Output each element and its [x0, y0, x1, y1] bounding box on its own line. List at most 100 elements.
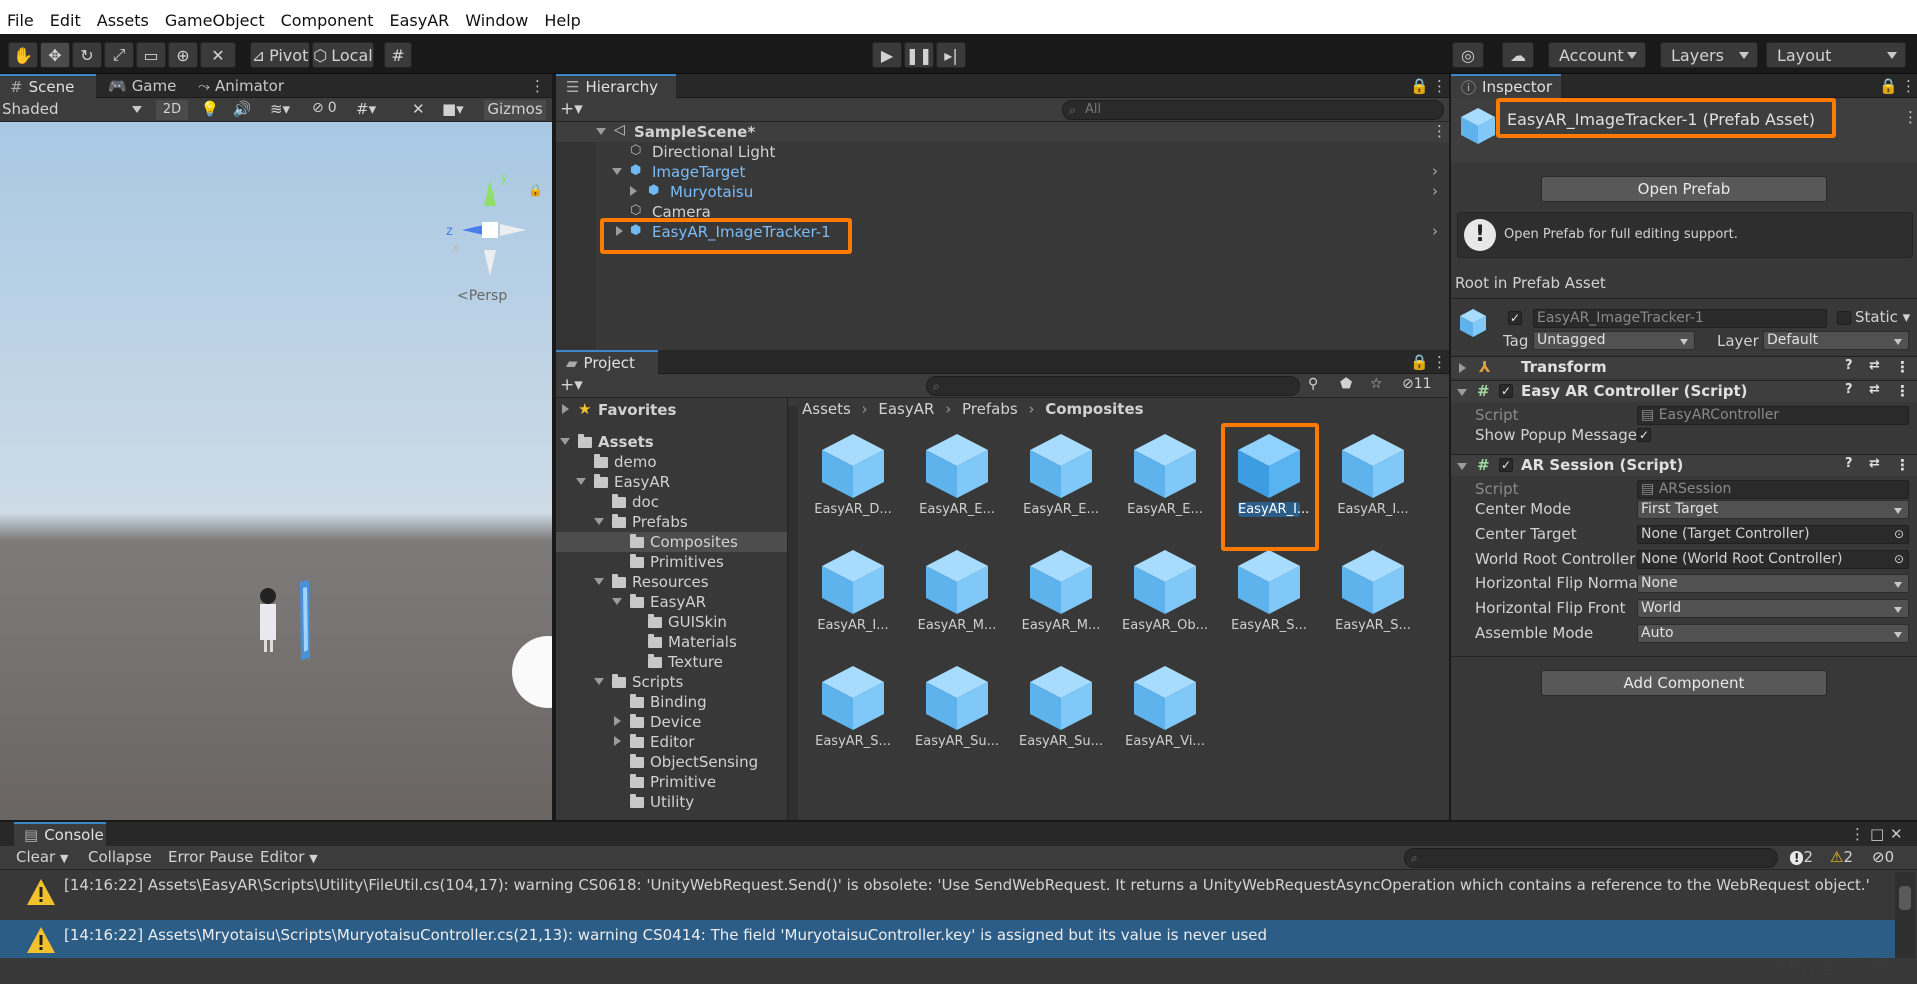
assemble-mode-dropdown[interactable]: Auto [1637, 624, 1909, 643]
persp-label[interactable]: <Persp [457, 288, 507, 304]
favorite-star-icon[interactable]: ☆ [1370, 376, 1383, 392]
log-count-toggle[interactable]: ! 2 [1790, 847, 1813, 867]
menu-window[interactable]: Window [458, 11, 537, 30]
menu-easyar[interactable]: EasyAR [382, 11, 458, 30]
transform-component-header[interactable]: ⅄ Transform ? ⇄ ⋮ [1451, 356, 1917, 378]
account-dropdown[interactable]: Account [1548, 42, 1646, 68]
cloud-icon[interactable]: ☁ [1502, 42, 1534, 68]
hierarchy-item-directional-light[interactable]: ⬡ Directional Light [556, 142, 1449, 162]
center-target-field[interactable]: None (Target Controller) ⊙ [1637, 525, 1909, 544]
active-checkbox[interactable]: ✓ [1508, 311, 1522, 325]
breadcrumb-assets[interactable]: Assets [802, 400, 851, 418]
help-icon[interactable]: ? [1845, 358, 1853, 373]
project-search-input[interactable]: ⌕ [926, 376, 1300, 396]
folder-resources-easyar[interactable]: EasyAR [556, 592, 787, 612]
breadcrumb-easyar[interactable]: EasyAR [878, 400, 934, 418]
layers-dropdown[interactable]: Layers [1660, 42, 1758, 68]
help-icon[interactable]: ? [1845, 456, 1853, 471]
folder-prefabs[interactable]: Prefabs [556, 512, 787, 532]
tab-game[interactable]: 🎮 Game [100, 74, 184, 98]
chevron-right-icon[interactable]: › [1432, 222, 1438, 240]
filter-type-icon[interactable]: ⚲ [1308, 376, 1318, 392]
asset-tile[interactable]: EasyAR_E... [912, 430, 1002, 525]
asset-tile[interactable]: EasyAR_Su... [912, 662, 1002, 757]
header-menu-icon[interactable]: ⋮ [1903, 108, 1917, 126]
component-enabled-checkbox[interactable]: ✓ [1499, 384, 1513, 398]
local-toggle[interactable]: ⬡ Local [312, 42, 374, 68]
image-target-plane[interactable] [300, 580, 310, 660]
chevron-right-icon[interactable]: › [1432, 162, 1438, 180]
scrollbar-thumb[interactable] [1899, 886, 1911, 910]
create-asset-button[interactable]: +▾ [560, 375, 583, 395]
asset-tile[interactable]: EasyAR_M... [1016, 546, 1106, 641]
easyar-controller-header[interactable]: # ✓ Easy AR Controller (Script) ? ⇄ ⋮ [1451, 380, 1917, 402]
console-scrollbar[interactable] [1895, 872, 1915, 958]
panel-menu-icon[interactable]: ⋮ [522, 74, 553, 98]
breadcrumb-prefabs[interactable]: Prefabs [962, 400, 1018, 418]
folder-primitive[interactable]: Primitive [556, 772, 787, 792]
rect-tool-icon[interactable]: ▭ [136, 42, 166, 68]
hierarchy-item-scene[interactable]: ◁ SampleScene* ⋮ [556, 122, 1449, 142]
mode-2d-toggle[interactable]: 2D [156, 100, 188, 120]
step-button[interactable]: ▸| [936, 42, 966, 68]
folder-guiskin[interactable]: GUISkin [556, 612, 787, 632]
hflip-normal-dropdown[interactable]: None [1637, 574, 1909, 593]
folder-resources[interactable]: Resources [556, 572, 787, 592]
favorites-item[interactable]: ★ Favorites [556, 400, 787, 420]
folder-materials[interactable]: Materials [556, 632, 787, 652]
preset-icon[interactable]: ⇄ [1869, 358, 1880, 373]
tag-dropdown[interactable]: Untagged [1533, 331, 1695, 350]
layout-dropdown[interactable]: Layout [1766, 42, 1906, 68]
menu-component[interactable]: Component [274, 11, 383, 30]
error-pause-button[interactable]: Error Pause [168, 847, 253, 867]
folder-binding[interactable]: Binding [556, 692, 787, 712]
preset-icon[interactable]: ⇄ [1869, 382, 1880, 397]
asset-tile[interactable]: EasyAR_S... [1328, 546, 1418, 641]
hierarchy-item-muryotaisu[interactable]: ⬢ Muryotaisu › [556, 182, 1449, 202]
filter-label-icon[interactable]: ⬟ [1340, 376, 1352, 392]
folder-scripts[interactable]: Scripts [556, 672, 787, 692]
clear-button[interactable]: Clear ▼ [16, 847, 68, 867]
world-root-field[interactable]: None (World Root Controller) ⊙ [1637, 550, 1909, 569]
chevron-right-icon[interactable]: › [1432, 182, 1438, 200]
lighting-icon[interactable]: 💡 [196, 100, 224, 120]
scale-tool-icon[interactable]: ⤢ [104, 42, 134, 68]
lock-icon[interactable]: 🔒 [528, 183, 543, 197]
menu-edit[interactable]: Edit [43, 11, 90, 30]
object-picker-icon[interactable]: ⊙ [1894, 526, 1904, 543]
tab-console[interactable]: ▤ Console [14, 822, 106, 846]
hand-tool-icon[interactable]: ✋ [8, 42, 38, 68]
static-checkbox[interactable] [1837, 311, 1851, 325]
hierarchy-search-input[interactable]: All ⌕ [1062, 100, 1444, 120]
tab-animator[interactable]: ⤳ Animator [190, 74, 292, 98]
help-icon[interactable]: ? [1845, 382, 1853, 397]
hidden-packages-toggle[interactable]: ⊘11 [1402, 376, 1432, 392]
shading-dropdown[interactable]: Shaded [2, 100, 146, 120]
folder-demo[interactable]: demo [556, 452, 787, 472]
panel-menu-icon[interactable]: ⋮ [1893, 74, 1917, 98]
asset-tile[interactable]: EasyAR_Su... [1016, 662, 1106, 757]
menu-file[interactable]: File [0, 11, 43, 30]
tree-scrollbar[interactable] [788, 406, 798, 820]
asset-tile[interactable]: EasyAR_I... [1328, 430, 1418, 525]
camera-icon[interactable]: ■▾ [442, 100, 480, 120]
folder-utility[interactable]: Utility [556, 792, 787, 812]
log-entry-selected[interactable]: [14:16:22] Assets\Mryotaisu\Scripts\Mury… [0, 920, 1895, 958]
asset-tile[interactable]: EasyAR_E... [1120, 430, 1210, 525]
asset-tile[interactable]: EasyAR_Vi... [1120, 662, 1210, 757]
grid-snap-icon[interactable]: # [384, 42, 412, 68]
editor-dropdown[interactable]: Editor ▼ [260, 847, 318, 867]
add-component-button[interactable]: Add Component [1541, 670, 1827, 696]
custom-tool-icon[interactable]: ✕ [200, 42, 236, 68]
add-object-button[interactable]: +▾ [560, 99, 583, 119]
object-picker-icon[interactable]: ⊙ [1894, 551, 1904, 568]
collab-icon[interactable]: ◎ [1452, 42, 1484, 68]
folder-texture[interactable]: Texture [556, 652, 787, 672]
play-button[interactable]: ▶ [872, 42, 902, 68]
grid-toggle-icon[interactable]: #▾ [356, 100, 402, 120]
breadcrumb-composites[interactable]: Composites [1045, 400, 1143, 418]
scene-view-render[interactable]: y z x <Persp 🔒 [0, 122, 552, 820]
asset-tile[interactable]: EasyAR_S... [808, 662, 898, 757]
folder-composites[interactable]: Composites [556, 532, 787, 552]
show-popup-checkbox[interactable]: ✓ [1637, 428, 1651, 442]
